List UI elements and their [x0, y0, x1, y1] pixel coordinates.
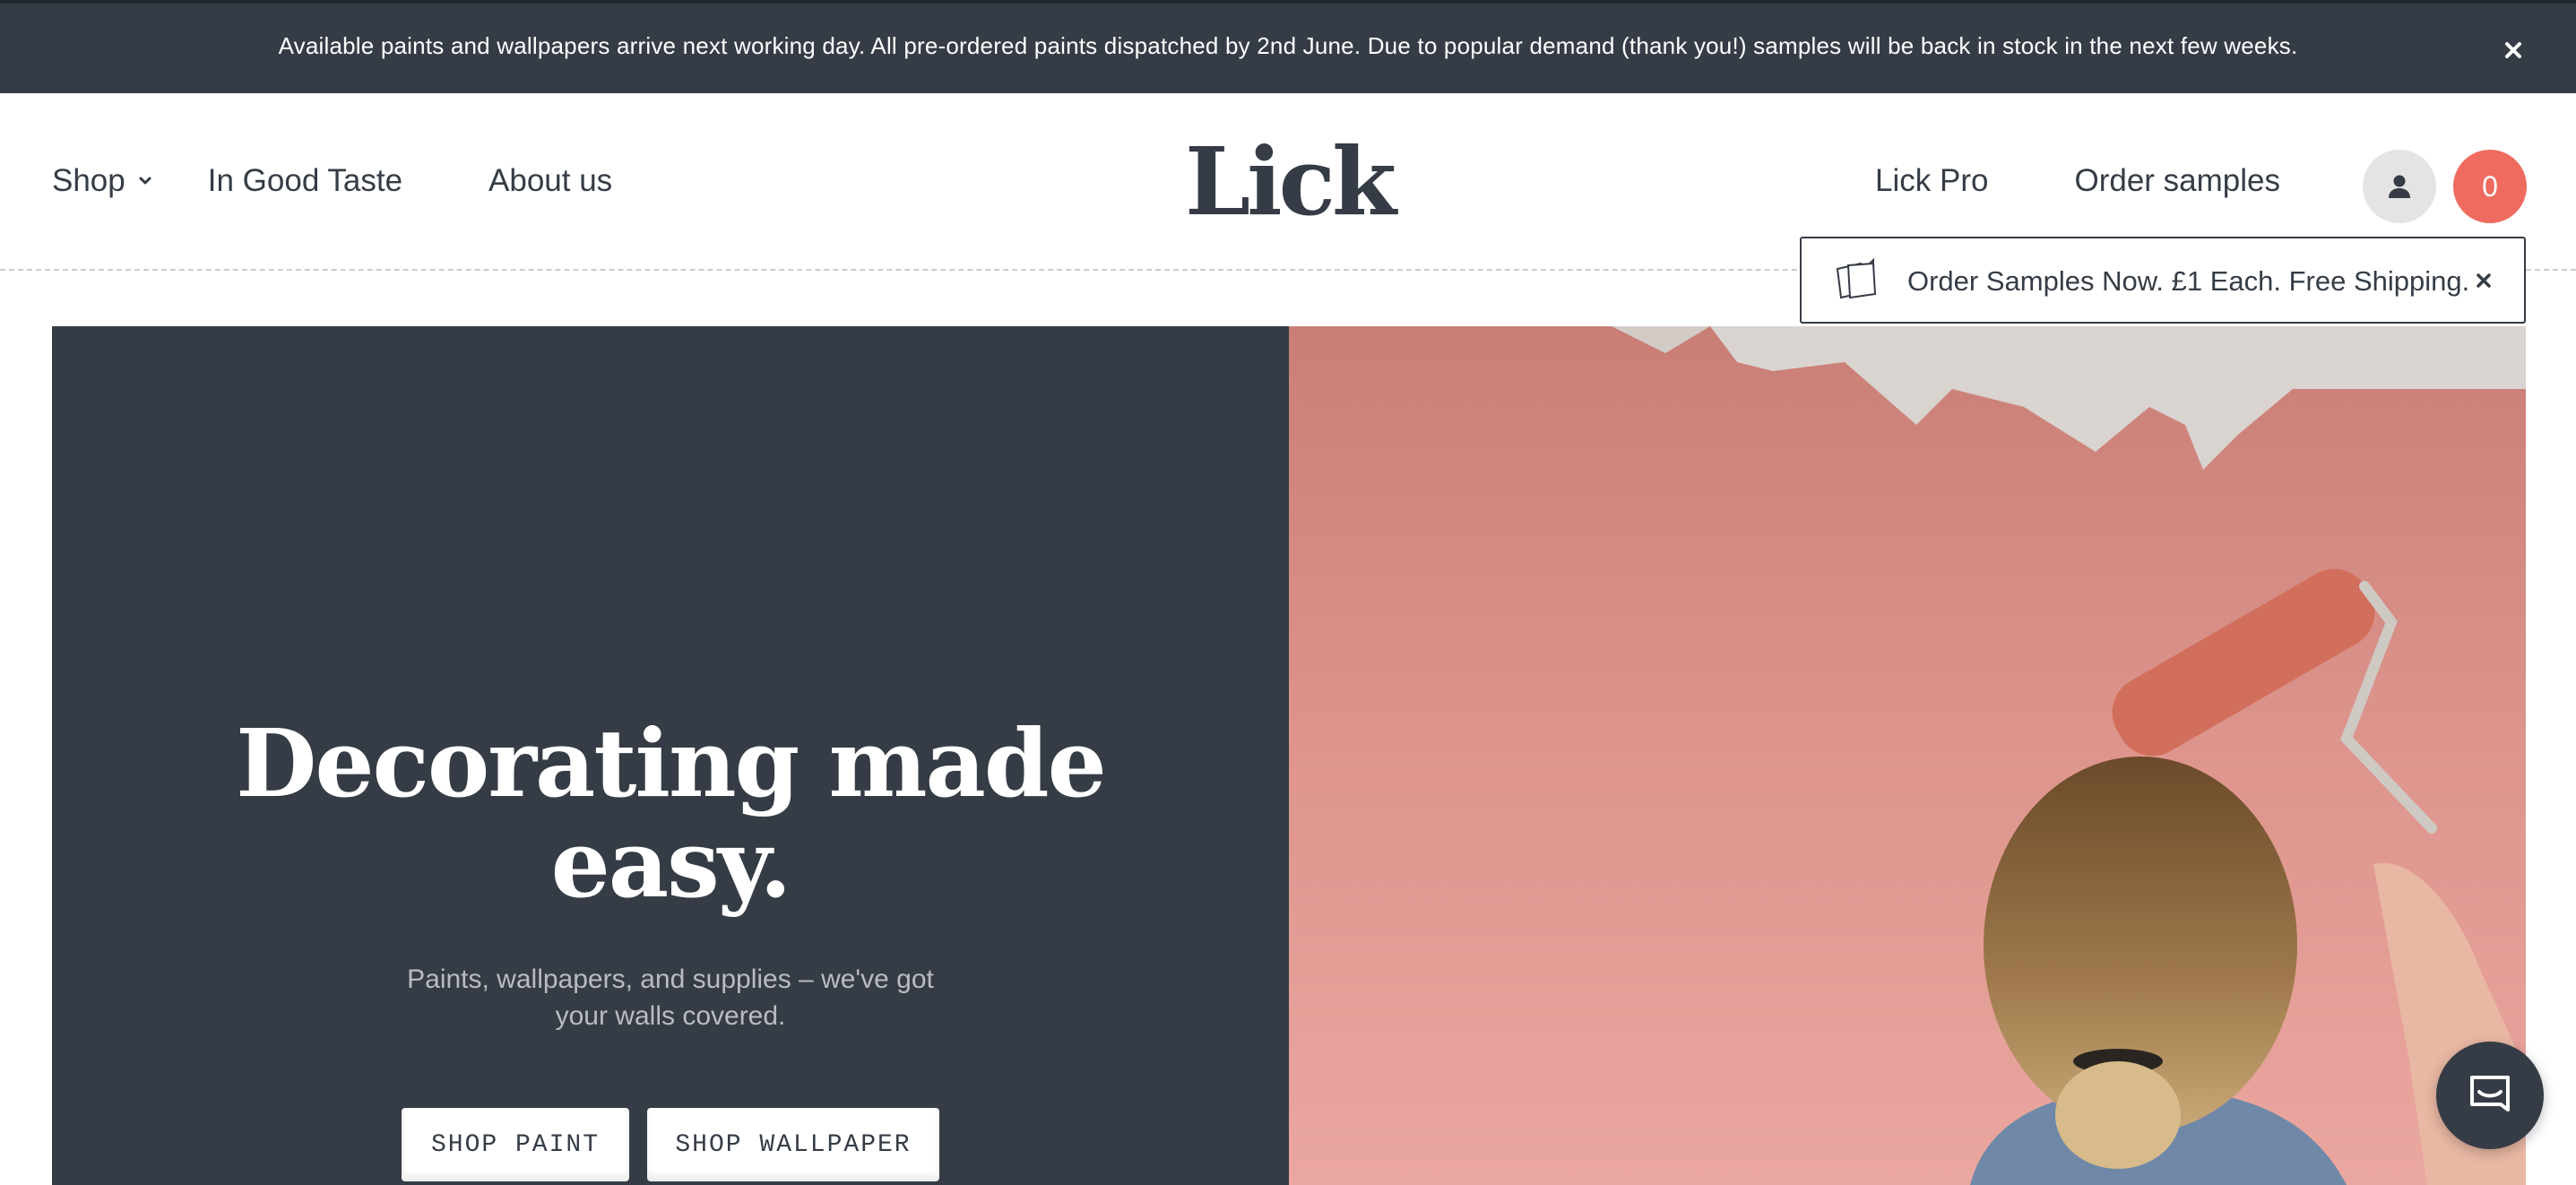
- shop-paint-button[interactable]: SHOP PAINT: [402, 1108, 629, 1181]
- chat-icon: [2470, 1076, 2510, 1111]
- close-icon[interactable]: [2472, 269, 2495, 292]
- nav-shop[interactable]: Shop: [52, 163, 154, 199]
- hero-title: Decorating made easy.: [52, 714, 1289, 914]
- samples-popup[interactable]: Order Samples Now. £1 Each. Free Shippin…: [1800, 237, 2526, 324]
- close-icon[interactable]: [2499, 36, 2528, 65]
- cart-button[interactable]: 0: [2453, 150, 2527, 223]
- nav-lick-pro[interactable]: Lick Pro: [1875, 163, 1988, 199]
- nav-in-good-taste[interactable]: In Good Taste: [208, 163, 402, 199]
- samples-popup-text: Order Samples Now. £1 Each. Free Shippin…: [1907, 265, 2470, 297]
- hero-title-line2: easy.: [550, 809, 792, 919]
- nav-shop-label: Shop: [52, 163, 125, 198]
- shop-wallpaper-button[interactable]: SHOP WALLPAPER: [647, 1108, 939, 1181]
- user-icon: [2389, 175, 2410, 198]
- hero-panel: Decorating made easy. Paints, wallpapers…: [52, 326, 1289, 1185]
- chevron-down-icon: [139, 177, 151, 185]
- cart-count: 0: [2482, 169, 2498, 203]
- samples-cards-icon: [1836, 257, 1877, 299]
- logo[interactable]: Lick: [1185, 133, 1396, 231]
- hero-title-line1: Decorating made: [236, 708, 1107, 818]
- hero-buttons: SHOP PAINT SHOP WALLPAPER: [402, 1108, 939, 1181]
- hero-image: [1289, 326, 2526, 1185]
- hero-subtitle: Paints, wallpapers, and supplies – we've…: [407, 964, 934, 1031]
- hero-illustration: [1289, 326, 2526, 1185]
- nav-about-us[interactable]: About us: [488, 163, 612, 199]
- chat-button[interactable]: [2436, 1042, 2544, 1149]
- announcement-text: Available paints and wallpapers arrive n…: [278, 32, 2298, 59]
- account-button[interactable]: [2363, 150, 2436, 223]
- nav-left: Shop In Good Taste About us: [52, 163, 612, 199]
- nav-right: Lick Pro Order samples: [1875, 163, 2280, 199]
- nav-order-samples[interactable]: Order samples: [2074, 163, 2280, 199]
- announcement-bar: Available paints and wallpapers arrive n…: [0, 0, 2576, 93]
